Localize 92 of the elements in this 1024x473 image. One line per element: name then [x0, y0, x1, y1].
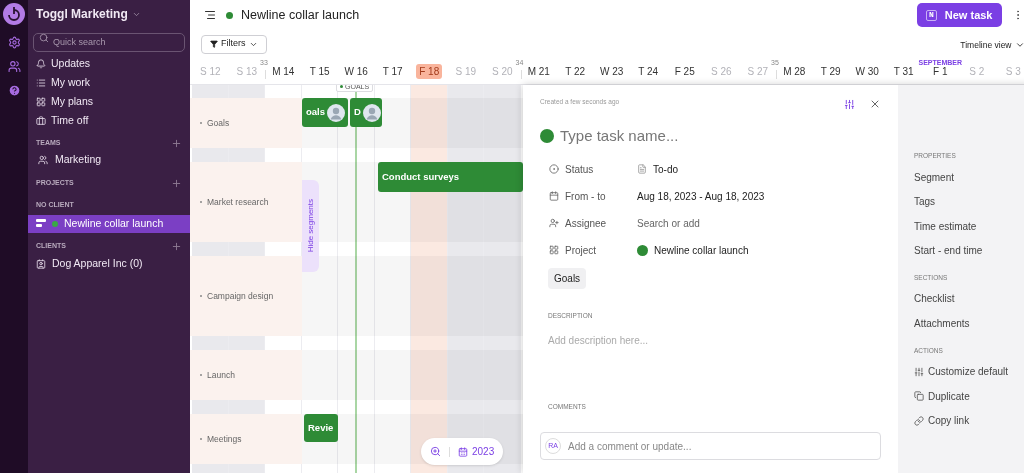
segment-label[interactable]: Meetings — [190, 414, 302, 464]
avatar-icon — [327, 103, 345, 122]
logo-icon[interactable] — [3, 3, 25, 25]
day-label[interactable]: W 23 — [597, 64, 627, 79]
assignee-field[interactable]: Search or add — [637, 215, 769, 231]
project-value[interactable]: Newline collar launch — [637, 242, 749, 258]
year-button[interactable]: 2023 — [458, 444, 495, 459]
search-field[interactable]: Quick search — [33, 32, 185, 52]
segment-tag[interactable]: Goals — [548, 267, 587, 289]
option-icon — [914, 366, 924, 377]
chevron-icon — [1014, 40, 1024, 50]
day-label[interactable]: W 30 — [852, 64, 882, 79]
settings-icon[interactable] — [7, 36, 21, 49]
nav-icon — [36, 78, 46, 88]
add-icon[interactable] — [171, 241, 182, 252]
panel-option[interactable]: Attachments — [914, 311, 1016, 336]
day-label[interactable]: T 29 — [817, 64, 844, 79]
task-bar[interactable]: Revie — [304, 414, 338, 442]
search-icon — [39, 32, 49, 43]
task-bar[interactable]: D — [350, 98, 382, 127]
segment-label[interactable]: Market research — [190, 162, 302, 242]
day-label[interactable]: F 1 — [930, 64, 951, 79]
people-icon[interactable] — [7, 60, 21, 73]
field-icon — [549, 191, 559, 201]
add-icon[interactable] — [171, 137, 182, 149]
close-icon[interactable] — [869, 98, 881, 110]
field-icon — [549, 245, 559, 255]
team-item[interactable]: Marketing — [28, 151, 190, 169]
date-range[interactable]: Aug 18, 2023 - Aug 18, 2023 — [637, 188, 765, 204]
nav-item[interactable]: My plans — [36, 94, 182, 110]
day-label[interactable]: T 17 — [379, 64, 406, 79]
field-label: Project — [565, 243, 598, 258]
project-item[interactable]: Newline collar launch — [28, 214, 190, 233]
panel-option[interactable]: Customize default — [914, 359, 1016, 384]
add-icon[interactable] — [171, 177, 182, 189]
day-label[interactable]: W 16 — [341, 64, 371, 79]
day-label[interactable]: M 28 — [780, 64, 809, 79]
zoom-icon[interactable] — [430, 446, 441, 457]
field-label: Assignee — [565, 216, 608, 231]
client-item[interactable]: Dog Apparel Inc (0) — [28, 254, 190, 273]
task-name-field[interactable]: Type task name... — [560, 125, 881, 148]
timeline-icon — [36, 219, 46, 228]
day-label[interactable]: T 24 — [635, 64, 662, 79]
shortcut-key: N — [925, 9, 937, 21]
filter-icon — [210, 40, 218, 48]
menu-icon[interactable] — [204, 9, 216, 21]
nav-icon — [36, 116, 46, 126]
nav-item[interactable]: Time off — [36, 113, 182, 129]
contact-icon — [36, 258, 46, 269]
panel-option[interactable]: Tags — [914, 189, 1016, 214]
document-icon — [637, 164, 647, 174]
panel-option[interactable]: Duplicate — [914, 383, 1016, 409]
panel-option[interactable]: Time estimate — [914, 213, 1016, 239]
task-bar[interactable]: Conduct surveys — [378, 162, 523, 192]
sliders-icon[interactable] — [844, 98, 855, 110]
day-label[interactable]: T 15 — [306, 64, 333, 79]
segment-label[interactable]: Goals — [190, 98, 302, 148]
day-label[interactable]: M 21 — [524, 64, 553, 79]
segment-label[interactable]: Campaign design — [190, 256, 302, 336]
filters-button[interactable]: Filters — [201, 34, 267, 54]
description-field[interactable]: Add description here... — [548, 333, 881, 349]
panel-option[interactable]: Segment — [914, 164, 1016, 190]
nav-icon — [36, 59, 46, 69]
avatar-icon — [362, 103, 381, 122]
field-label: Status — [565, 162, 595, 177]
nav-item[interactable]: My work — [36, 75, 182, 91]
nav-icon — [36, 97, 46, 107]
view-selector[interactable]: Timeline view — [960, 38, 1024, 52]
page-title: Newline collar launch — [241, 6, 360, 24]
people-icon — [38, 155, 48, 165]
segment-label[interactable]: Launch — [190, 350, 302, 400]
nav-item[interactable]: Updates — [36, 56, 182, 72]
task-bar[interactable]: oals — [302, 98, 348, 127]
panel-option[interactable]: Copy link — [914, 408, 1016, 433]
day-label[interactable]: T 22 — [562, 64, 589, 79]
day-label[interactable]: F 25 — [671, 64, 698, 79]
field-label: From - to — [565, 189, 607, 204]
option-icon — [914, 415, 924, 426]
hide-segments-tab[interactable]: Hide segments — [302, 180, 319, 272]
field-icon — [549, 218, 559, 228]
workspace-name[interactable]: Toggl Marketing — [36, 5, 128, 23]
day-label[interactable]: F 18 — [416, 64, 443, 79]
panel-option[interactable]: Checklist — [914, 286, 1016, 311]
help-icon[interactable] — [7, 84, 21, 97]
status-value[interactable]: To-do — [637, 161, 678, 177]
day-label[interactable]: M 14 — [269, 64, 298, 79]
field-icon — [549, 164, 559, 174]
new-task-button[interactable]: N New task — [916, 3, 1002, 27]
calendar-icon — [458, 446, 468, 457]
option-icon — [914, 391, 924, 401]
panel-option[interactable]: Start - end time — [914, 238, 1016, 263]
day-label[interactable]: T 31 — [890, 64, 917, 79]
